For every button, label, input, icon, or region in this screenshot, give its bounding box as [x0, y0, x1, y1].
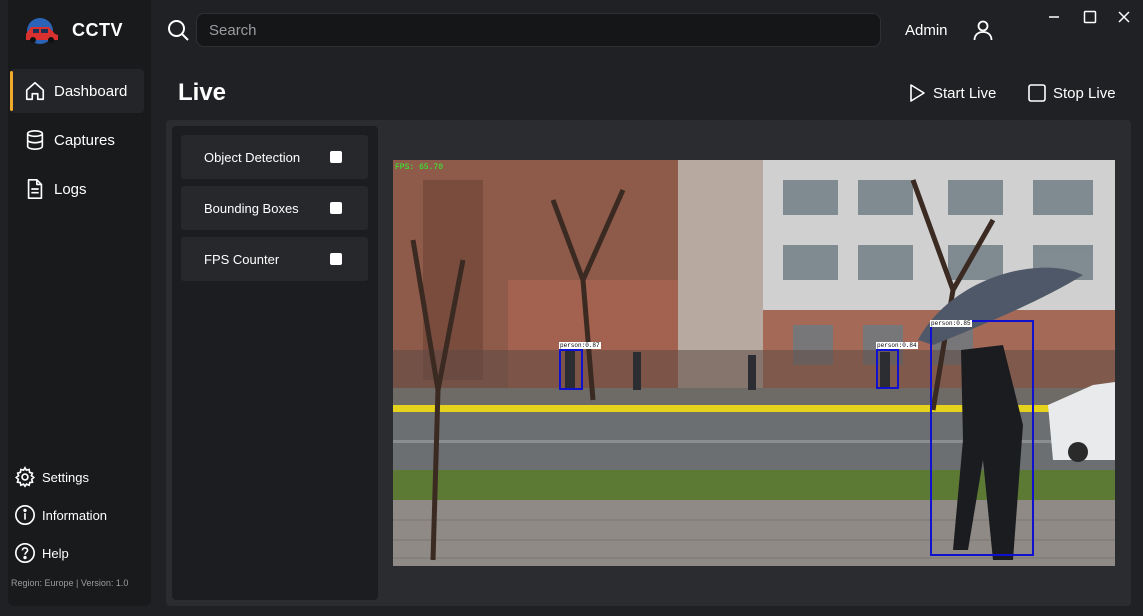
sidebar-item-label: Logs	[54, 180, 87, 198]
user-name: Admin	[905, 22, 948, 39]
sidebar-item-label: Help	[42, 545, 69, 561]
stop-live-label: Stop Live	[1053, 84, 1116, 102]
search-icon[interactable]	[166, 18, 190, 42]
help-icon	[15, 543, 35, 563]
region-version-info: Region: Europe | Version: 1.0	[11, 578, 129, 588]
start-live-label: Start Live	[933, 84, 997, 102]
minimize-icon[interactable]	[1045, 8, 1063, 26]
brand: CCTV	[22, 12, 123, 48]
option-object-detection: Object Detection	[181, 135, 368, 179]
play-icon	[910, 84, 925, 102]
detection-box: person:0.87	[559, 342, 601, 390]
maximize-icon[interactable]	[1081, 8, 1099, 26]
fps-counter-text: FPS: 65.70	[395, 163, 444, 172]
option-fps-counter: FPS Counter	[181, 237, 368, 281]
live-video-feed: FPS: 65.70 person:0.87 person:0.84 perso…	[393, 160, 1115, 566]
home-icon	[25, 81, 45, 101]
sidebar-item-logs[interactable]: Logs	[10, 167, 144, 211]
search-input[interactable]	[196, 13, 881, 47]
sidebar-item-captures[interactable]: Captures	[10, 118, 144, 162]
sidebar-item-information[interactable]: Information	[14, 500, 144, 530]
info-icon	[15, 505, 35, 525]
detection-box: person:0.84	[876, 342, 918, 389]
sidebar-item-label: Dashboard	[54, 82, 128, 100]
detection-box: person:0.85	[930, 320, 1034, 556]
option-label: Bounding Boxes	[204, 200, 299, 216]
fps-counter-checkbox[interactable]	[330, 253, 342, 265]
user-icon[interactable]	[971, 18, 995, 42]
detection-label: person:0.84	[876, 342, 918, 349]
page-title: Live	[178, 79, 227, 106]
object-detection-checkbox[interactable]	[330, 151, 342, 163]
sidebar-item-dashboard[interactable]: Dashboard	[10, 69, 144, 113]
sidebar-item-settings[interactable]: Settings	[14, 462, 144, 492]
database-icon	[26, 130, 44, 150]
car-logo-icon	[26, 18, 58, 44]
detection-label: person:0.85	[930, 320, 972, 327]
option-bounding-boxes: Bounding Boxes	[181, 186, 368, 230]
gear-icon	[15, 466, 35, 488]
brand-name: CCTV	[72, 19, 123, 40]
document-icon	[27, 179, 43, 199]
stop-live-button[interactable]: Stop Live	[1027, 80, 1116, 106]
sidebar-item-label: Captures	[54, 131, 115, 149]
bounding-boxes-checkbox[interactable]	[330, 202, 342, 214]
start-live-button[interactable]: Start Live	[907, 80, 996, 106]
sidebar-item-help[interactable]: Help	[14, 538, 144, 568]
close-icon[interactable]	[1115, 8, 1133, 26]
option-label: Object Detection	[204, 149, 301, 165]
sidebar-item-label: Settings	[42, 469, 89, 485]
option-label: FPS Counter	[204, 251, 280, 267]
detection-label: person:0.87	[559, 342, 601, 349]
stop-icon	[1028, 84, 1046, 102]
sidebar-item-label: Information	[42, 507, 108, 523]
